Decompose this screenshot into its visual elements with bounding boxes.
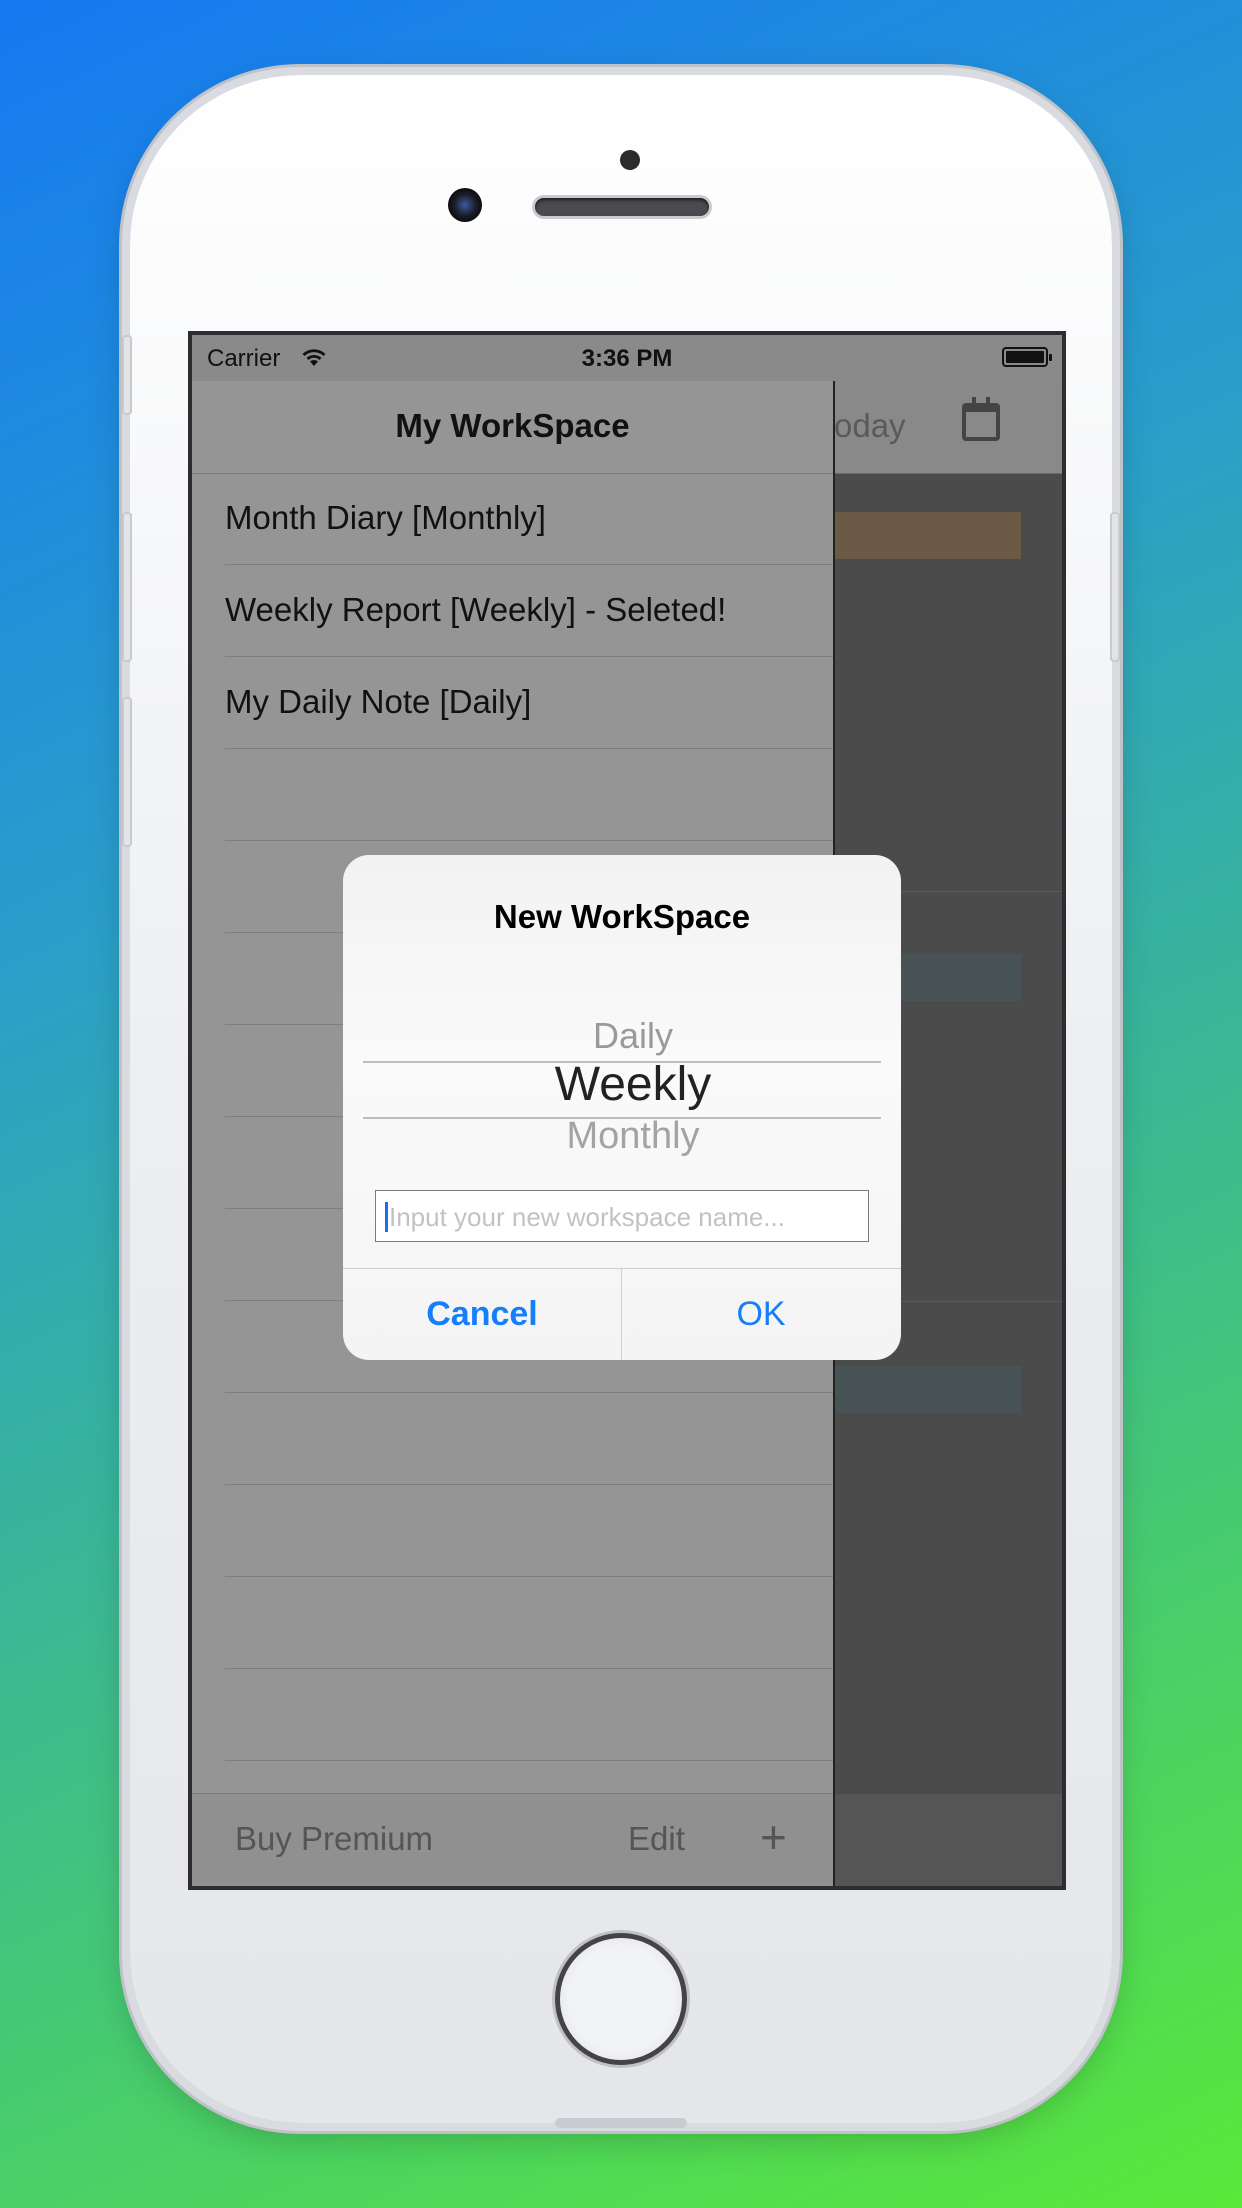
- buy-premium-button[interactable]: Buy Premium: [235, 1820, 433, 1858]
- dialog-title: New WorkSpace: [493, 898, 751, 935]
- bottom-edge: [555, 2118, 687, 2128]
- empty-row: [192, 1485, 833, 1577]
- sidebar-toolbar: Buy Premium Edit +: [192, 1793, 833, 1886]
- empty-row: [192, 1393, 833, 1485]
- empty-row: [192, 1669, 833, 1761]
- sidebar-navbar: My WorkSpace: [192, 381, 833, 474]
- ok-button[interactable]: OK: [622, 1268, 900, 1360]
- main-toolbar: [834, 1794, 1062, 1886]
- input-placeholder: Input your new workspace name...: [389, 1202, 785, 1232]
- new-workspace-dialog: New WorkSpace Daily Weekly Monthly Input…: [343, 855, 901, 1360]
- empty-row: [192, 1577, 833, 1669]
- empty-row: [192, 749, 833, 841]
- workspace-row-weekly-report[interactable]: Weekly Report [Weekly] - Seleted!: [192, 565, 833, 657]
- calendar-icon[interactable]: [962, 397, 1000, 441]
- highlight-block-blue: [834, 1366, 1021, 1413]
- main-navbar: oday: [834, 381, 1062, 474]
- workspace-row-label: Weekly Report [Weekly] - Seleted!: [225, 591, 727, 628]
- highlight-block-orange: [834, 512, 1021, 559]
- picker-option-weekly[interactable]: Weekly: [363, 1057, 901, 1112]
- volume-down-button: [122, 697, 132, 847]
- status-bar: Carrier 3:36 PM: [192, 335, 1062, 381]
- home-button[interactable]: [555, 1933, 687, 2065]
- text-caret: [385, 1202, 388, 1232]
- workspace-row-label: Month Diary [Monthly]: [225, 499, 546, 536]
- add-icon[interactable]: +: [760, 1814, 787, 1860]
- workspace-row-daily-note[interactable]: My Daily Note [Daily]: [192, 657, 833, 749]
- volume-up-button: [122, 512, 132, 662]
- status-time: 3:36 PM: [581, 345, 673, 372]
- cancel-button[interactable]: Cancel: [343, 1268, 621, 1360]
- power-button: [1110, 512, 1120, 662]
- sidebar-title: My WorkSpace: [395, 407, 630, 444]
- earpiece-speaker: [535, 198, 709, 216]
- workspace-row-month-diary[interactable]: Month Diary [Monthly]: [192, 473, 833, 565]
- battery-icon: [1002, 347, 1052, 367]
- period-picker[interactable]: Daily Weekly Monthly: [363, 1005, 881, 1175]
- picker-option-monthly[interactable]: Monthly: [363, 1115, 901, 1158]
- front-camera: [620, 150, 640, 170]
- workspace-name-input[interactable]: Input your new workspace name...: [375, 1190, 869, 1242]
- camera-lens-icon: [448, 188, 482, 222]
- edit-button[interactable]: Edit: [628, 1820, 685, 1858]
- mute-switch: [122, 335, 132, 415]
- today-button[interactable]: oday: [834, 407, 906, 445]
- picker-option-daily[interactable]: Daily: [363, 1015, 901, 1057]
- workspace-row-label: My Daily Note [Daily]: [225, 683, 532, 720]
